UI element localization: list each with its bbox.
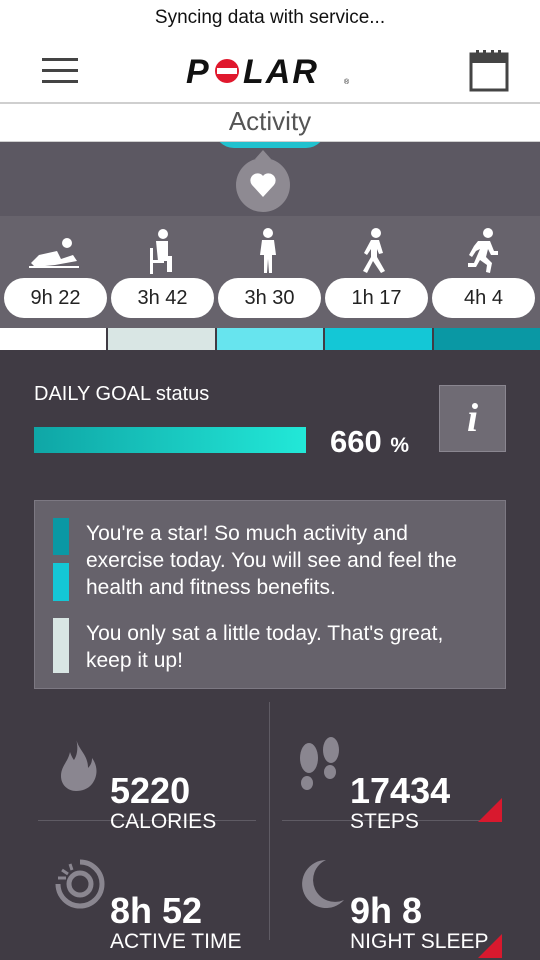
- footprints-icon: [300, 737, 339, 790]
- lying-down-icon: [29, 238, 79, 268]
- running-icon: [468, 228, 498, 273]
- activity-duration-low[interactable]: 3h 30: [218, 278, 321, 318]
- activity-dial-arc: [214, 142, 326, 148]
- steps-label: STEPS: [350, 810, 419, 833]
- daily-goal-percent: 660 %: [330, 424, 410, 459]
- daily-goal-progress-bar: [34, 427, 306, 453]
- calendar-icon[interactable]: [469, 50, 509, 92]
- sleep-detail-triangle[interactable]: [478, 934, 502, 958]
- daily-goal-label: DAILY GOAL status: [34, 383, 210, 405]
- flame-icon: [61, 738, 97, 791]
- heart-button[interactable]: [236, 150, 290, 212]
- sync-status-text: Syncing data with service...: [154, 7, 386, 28]
- activity-duration-high[interactable]: 4h 4: [432, 278, 535, 318]
- svg-text:LAR: LAR: [243, 54, 319, 88]
- feedback-message-activity: You're a star! So much activity and exer…: [86, 522, 457, 599]
- activity-levels: 9h 22 3h 42 3h 30 1h 17 4h 4: [0, 216, 540, 328]
- color-segment-resting: [0, 328, 107, 350]
- activity-color-bar: [0, 328, 540, 350]
- heart-icon: [250, 173, 276, 197]
- activity-duration-medium[interactable]: 1h 17: [325, 278, 428, 318]
- activity-duration-resting[interactable]: 9h 22: [4, 278, 107, 318]
- steps-detail-triangle[interactable]: [478, 798, 502, 822]
- activity-level-resting: 9h 22: [0, 216, 108, 328]
- night-sleep-label: NIGHT SLEEP: [350, 930, 489, 953]
- svg-text:P: P: [186, 54, 211, 88]
- color-segment-sitting: [108, 328, 215, 350]
- swatch-sitting: [53, 618, 69, 673]
- moon-icon: [302, 860, 344, 908]
- night-sleep-value: 9h 8: [350, 890, 423, 931]
- swatch-medium-activity: [53, 563, 69, 601]
- activity-duration-sitting[interactable]: 3h 42: [111, 278, 214, 318]
- info-button[interactable]: i: [439, 385, 506, 452]
- status-bar: Syncing data with service...: [0, 0, 540, 38]
- activity-feedback-box: You're a star! So much activity and exer…: [34, 500, 506, 689]
- stat-steps: 17434 STEPS: [292, 736, 522, 846]
- active-time-icon: [55, 859, 105, 909]
- activity-level-low: 3h 30: [214, 216, 322, 328]
- calories-value: 5220: [110, 770, 191, 811]
- color-segment-medium: [325, 328, 432, 350]
- activity-level-sitting: 3h 42: [107, 216, 215, 328]
- color-segment-low: [216, 328, 324, 350]
- calories-label: CALORIES: [110, 810, 217, 833]
- swatch-high-activity: [53, 518, 69, 555]
- polar-logo: P LAR ®: [186, 54, 350, 88]
- steps-value: 17434: [350, 770, 451, 811]
- stat-active-time: 8h 52 ACTIVE TIME: [52, 856, 282, 960]
- app-header: P LAR ®: [0, 38, 540, 104]
- stat-calories: 5220 CALORIES: [52, 736, 282, 846]
- color-segment-high: [433, 328, 540, 350]
- svg-text:®: ®: [344, 78, 350, 86]
- sitting-icon: [150, 229, 172, 274]
- activity-level-high: 4h 4: [428, 216, 536, 328]
- walking-icon: [363, 228, 385, 273]
- active-time-label: ACTIVE TIME: [110, 930, 242, 953]
- page-title: Activity: [228, 106, 312, 136]
- standing-icon: [260, 228, 276, 273]
- page-title-bar: Activity: [0, 104, 540, 142]
- activity-dial-band: [0, 142, 540, 216]
- daily-stats-grid: 5220 CALORIES 17434 STEPS 8h 52 ACTIVE T…: [0, 702, 540, 960]
- active-time-value: 8h 52: [110, 890, 203, 931]
- activity-level-medium: 1h 17: [321, 216, 429, 328]
- hamburger-menu-icon[interactable]: [42, 58, 78, 84]
- feedback-message-sitting: You only sat a little today. That's grea…: [86, 622, 444, 672]
